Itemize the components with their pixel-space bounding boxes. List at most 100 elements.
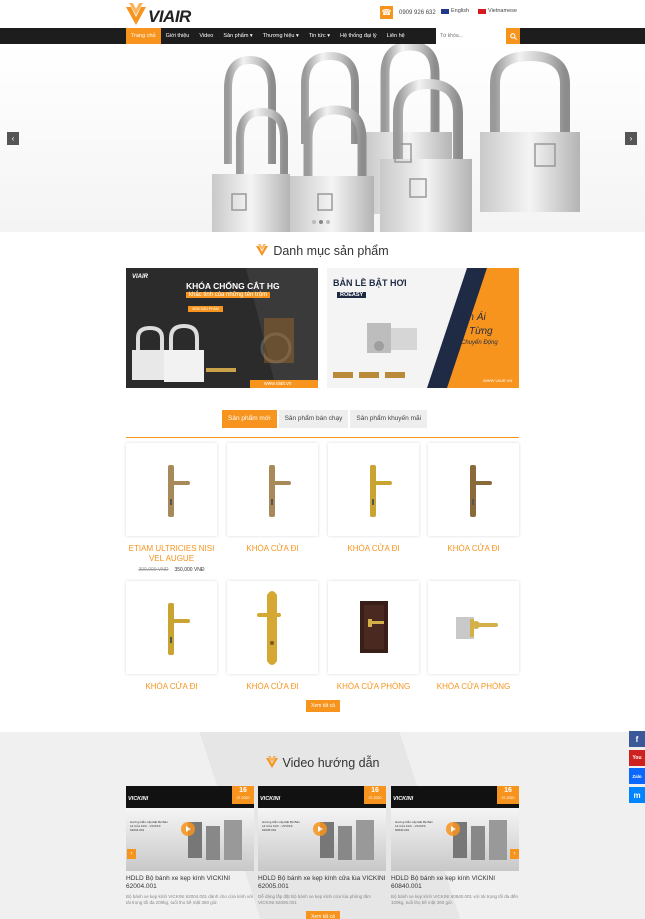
product-image[interactable]	[227, 443, 318, 536]
banner-hinge[interactable]: BẢN LỀ BẬT HƠI ROEASY Êm Ái Từng Chuyển …	[327, 268, 519, 388]
messenger-icon[interactable]: m	[629, 787, 645, 803]
lang-english[interactable]: English	[441, 8, 469, 14]
logo[interactable]: VIAIR	[126, 3, 196, 27]
tab-new-products[interactable]: Sản phẩm mới	[222, 410, 277, 428]
play-icon[interactable]	[313, 822, 327, 836]
view-all-products-button[interactable]: Xem tất cả	[306, 700, 340, 712]
product-card[interactable]: KHÓA CỬA ĐI	[328, 443, 419, 554]
lang-vietnamese[interactable]: Vietnamese	[478, 8, 517, 14]
product-name[interactable]: KHÓA CỬA ĐI	[227, 544, 318, 554]
logo-v-icon	[126, 3, 146, 25]
categories-heading: Danh mục sản phẩm	[0, 244, 645, 258]
nav-item[interactable]: Thương hiệu ▾	[258, 28, 304, 44]
product-image[interactable]	[428, 581, 519, 674]
nav-item[interactable]: Giới thiệu	[161, 28, 195, 44]
nav-item[interactable]: Sản phẩm ▾	[218, 28, 257, 44]
product-name[interactable]: KHÓA CỬA PHÒNG	[428, 682, 519, 692]
video-card[interactable]: VICKINI Hướng Dẫn Lắp Đặt Bộ Bản Lề Cửa K…	[391, 786, 519, 906]
product-image[interactable]	[126, 581, 217, 674]
product-image[interactable]	[126, 443, 217, 536]
youtube-icon[interactable]: You	[629, 750, 645, 766]
video-caption: Hướng Dẫn Lắp Đặt Bộ Bản Lề Cửa Kính - V…	[395, 820, 433, 832]
video-desc: Bộ bánh xe kẹp kính VICKINI 62004.001 dà…	[126, 894, 254, 905]
video-title[interactable]: HDLD Bộ bánh xe kẹp kính cửa lùa VICKINI…	[258, 875, 386, 891]
banner1-subhead: khắc tinh của những tên trộm	[186, 292, 271, 298]
videos-heading: Video hướng dẫn	[0, 756, 645, 770]
vn-flag-icon	[478, 8, 486, 14]
video-thumbnail[interactable]: VICKINI Hướng Dẫn Lắp Đặt Bộ Bản Lề Cửa K…	[391, 786, 519, 871]
banner1-headline: KHÓA CHỐNG CẮT HG	[186, 281, 280, 291]
date-day: 16	[239, 787, 247, 794]
banner1-brand: VIAIR	[132, 274, 149, 280]
video-title[interactable]: HDLD Bộ bánh xe kẹp kính VICKINI 60840.0…	[391, 875, 519, 891]
price-new: 350,000 VNĐ	[174, 567, 205, 573]
nav-item[interactable]: Trang chủ	[126, 28, 161, 44]
date-month: 07-2020	[501, 796, 515, 800]
search-input[interactable]	[436, 28, 506, 44]
slider-next-button[interactable]: ›	[625, 132, 637, 145]
nav-item[interactable]: Video	[194, 28, 218, 44]
product-name[interactable]: KHÓA CỬA ĐI	[227, 682, 318, 692]
slider-dot-active[interactable]	[319, 220, 323, 224]
nav-item[interactable]: Tin tức ▾	[304, 28, 335, 44]
product-card[interactable]: ETIAM ULTRICIES NISI VEL AUGUE 300,000 VN…	[126, 443, 217, 573]
lang-vietnamese-label: Vietnamese	[488, 8, 517, 14]
phone-icon: ☎	[380, 6, 393, 19]
product-card[interactable]: KHÓA CỬA PHÒNG	[428, 581, 519, 692]
search-button[interactable]	[506, 28, 520, 44]
video-thumbnail[interactable]: VICKINI Hướng Dẫn Lắp Đặt Bộ Bản Lề Cửa K…	[126, 786, 254, 871]
product-image[interactable]	[227, 581, 318, 674]
product-card[interactable]: KHÓA CỬA ĐI	[428, 443, 519, 554]
view-all-videos-button[interactable]: Xem tất cả	[306, 911, 340, 919]
product-card[interactable]: KHÓA CỬA PHÒNG	[328, 581, 419, 692]
video-thumbnail[interactable]: VICKINI Hướng Dẫn Lắp Đặt Bộ Bản Lề Cửa K…	[258, 786, 386, 871]
tab-promotions[interactable]: Sản phẩm khuyến mãi	[350, 410, 428, 428]
video-next-button[interactable]: ›	[510, 849, 519, 859]
play-icon[interactable]	[446, 822, 460, 836]
video-brand: VICKINI	[393, 796, 414, 802]
nav-item[interactable]: Liên hệ	[382, 28, 410, 44]
date-month: 07-2020	[236, 796, 250, 800]
nav-item[interactable]: Hệ thống đại lý	[335, 28, 382, 44]
play-icon[interactable]	[181, 822, 195, 836]
video-product-image	[188, 820, 242, 860]
video-prev-button[interactable]: ‹	[127, 849, 136, 859]
slider-prev-button[interactable]: ‹	[7, 132, 19, 145]
date-badge: 16 07-2020	[232, 786, 254, 804]
price-row: 300,000 VNĐ 350,000 VNĐ	[126, 567, 217, 573]
product-card[interactable]: KHÓA CỬA ĐI	[227, 443, 318, 554]
product-image[interactable]	[428, 443, 519, 536]
banner1-view-button[interactable]: XEM SẢN PHẨM	[188, 306, 223, 312]
price-old: 300,000 VNĐ	[138, 567, 169, 573]
date-day: 16	[371, 787, 379, 794]
product-name[interactable]: KHÓA CỬA PHÒNG	[328, 682, 419, 692]
product-card[interactable]: KHÓA CỬA ĐI	[227, 581, 318, 692]
slider-dot[interactable]	[312, 220, 316, 224]
product-name[interactable]: KHÓA CỬA ĐI	[328, 544, 419, 554]
product-name[interactable]: KHÓA CỬA ĐI	[428, 544, 519, 554]
banner2-slogan3: Chuyển Động	[461, 340, 498, 346]
banner2-slogan2: Từng	[469, 326, 493, 337]
zalo-icon[interactable]: Zalo	[629, 768, 645, 784]
date-day: 16	[504, 787, 512, 794]
slider-dot[interactable]	[326, 220, 330, 224]
product-image[interactable]	[328, 581, 419, 674]
search-icon	[509, 32, 517, 40]
video-brand: VICKINI	[260, 796, 281, 802]
phone-contact[interactable]: ☎ 0909 926 632	[380, 6, 436, 19]
product-name[interactable]: ETIAM ULTRICIES NISI VEL AUGUE	[126, 544, 217, 564]
uk-flag-icon	[441, 8, 449, 14]
video-card[interactable]: VICKINI Hướng Dẫn Lắp Đặt Bộ Bản Lề Cửa K…	[258, 786, 386, 906]
video-product-image	[320, 820, 374, 860]
slider-dots	[312, 220, 330, 224]
video-card[interactable]: VICKINI Hướng Dẫn Lắp Đặt Bộ Bản Lề Cửa K…	[126, 786, 254, 906]
facebook-icon[interactable]: f	[629, 731, 645, 747]
video-title[interactable]: HDLD Bộ bánh xe kẹp kính VICKINI 62004.0…	[126, 875, 254, 891]
banner-anti-cut-lock[interactable]: VIAIR KHÓA CHỐNG CẮT HG khắc tinh của nh…	[126, 268, 318, 388]
product-image[interactable]	[328, 443, 419, 536]
product-card[interactable]: KHÓA CỬA ĐI	[126, 581, 217, 692]
product-name[interactable]: KHÓA CỬA ĐI	[126, 682, 217, 692]
v-logo-icon	[265, 756, 278, 768]
video-product-image	[453, 820, 507, 860]
tab-best-sellers[interactable]: Sản phẩm bán chạy	[278, 410, 349, 428]
